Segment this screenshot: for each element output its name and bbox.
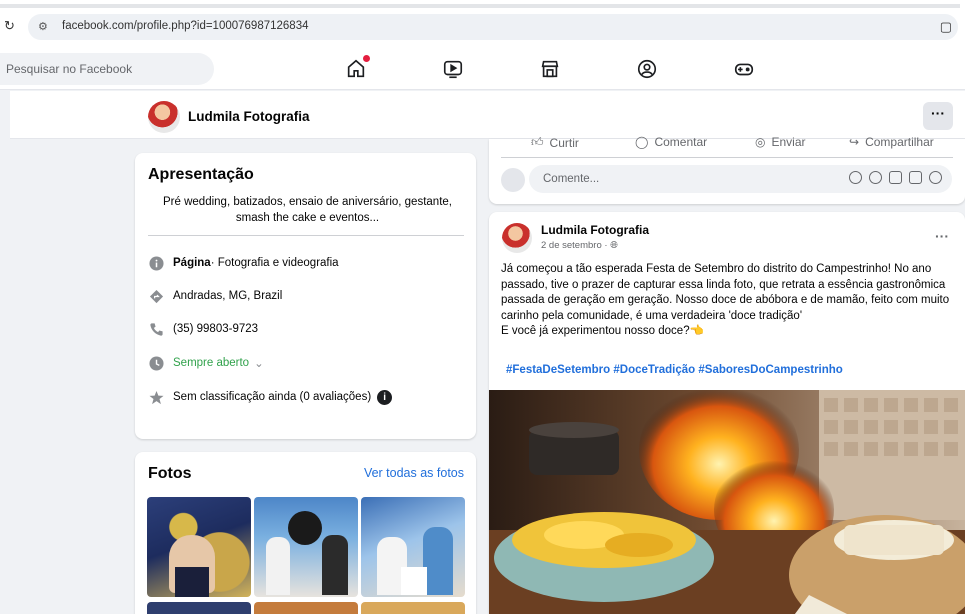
emoji-icon[interactable] bbox=[869, 171, 882, 184]
intro-card: Apresentação Pré wedding, batizados, ens… bbox=[135, 153, 476, 439]
send-label: Enviar bbox=[771, 135, 806, 149]
avatar-sticker-icon[interactable] bbox=[849, 171, 862, 184]
globe-icon: 🌐︎ bbox=[610, 240, 618, 251]
post-hashtags[interactable]: #FestaDeSetembro #DoceTradição #SaboresD… bbox=[506, 364, 843, 376]
tab-strip-edge bbox=[0, 4, 960, 8]
avatar[interactable] bbox=[502, 223, 532, 253]
post-card: Ludmila Fotografia 2 de setembro · 🌐︎ ··… bbox=[489, 212, 965, 614]
photo-thumbnail[interactable] bbox=[254, 602, 358, 614]
post-photo[interactable] bbox=[489, 390, 965, 614]
comment-placeholder: Comente... bbox=[543, 173, 600, 185]
clock-icon bbox=[147, 354, 165, 372]
phone-icon bbox=[147, 320, 165, 338]
info-row-rating: Sem classificação ainda (0 avaliações) i bbox=[147, 388, 393, 406]
see-all-photos-link[interactable]: Ver todas as fotos bbox=[364, 466, 464, 480]
gaming-icon[interactable] bbox=[732, 57, 756, 81]
info-row-page: Página · Fotografia e videografia bbox=[147, 254, 339, 272]
like-label: Curtir bbox=[549, 135, 579, 150]
location-icon bbox=[147, 287, 165, 305]
info-badge-icon[interactable]: i bbox=[377, 389, 393, 405]
search-placeholder: Pesquisar no Facebook bbox=[6, 62, 133, 76]
send-icon: ◎ bbox=[755, 135, 766, 149]
comment-input[interactable]: Comente... bbox=[529, 165, 952, 193]
like-button[interactable]: 👍︎ Curtir bbox=[531, 135, 579, 150]
more-options-button[interactable]: ··· bbox=[923, 102, 953, 130]
post-date[interactable]: 2 de setembro · 🌐︎ bbox=[541, 240, 618, 251]
divider bbox=[148, 235, 464, 236]
comment-label: Comentar bbox=[654, 135, 708, 149]
rating-text: Sem classificação ainda (0 avaliações) bbox=[173, 391, 372, 403]
gif-icon[interactable] bbox=[909, 171, 922, 184]
avatar bbox=[501, 168, 525, 192]
previous-post-actions: 👍︎ Curtir ◯ Comentar ◎ Enviar ↪ Compartilhar… bbox=[489, 135, 965, 204]
like-icon: 👍︎ bbox=[531, 135, 544, 149]
chevron-down-icon[interactable]: ⌄ bbox=[254, 356, 264, 370]
info-row-phone: (35) 99803-9723 bbox=[147, 320, 258, 338]
page-category: · Fotografia e videografia bbox=[210, 257, 339, 269]
info-icon bbox=[147, 254, 165, 272]
marketplace-icon[interactable] bbox=[538, 57, 562, 81]
profile-name[interactable]: Ludmila Fotografia bbox=[188, 109, 310, 124]
pointing-emoji-icon: 👈 bbox=[689, 325, 704, 337]
post-date-text[interactable]: 2 de setembro bbox=[541, 240, 602, 251]
share-icon: ↪ bbox=[849, 135, 860, 149]
camera-icon[interactable] bbox=[889, 171, 902, 184]
page-label: Página bbox=[173, 257, 211, 269]
intro-title: Apresentação bbox=[148, 166, 254, 183]
date-separator: · bbox=[601, 240, 611, 251]
avatar[interactable] bbox=[148, 101, 180, 133]
notification-dot bbox=[363, 55, 370, 62]
photo-thumbnail[interactable] bbox=[254, 497, 358, 597]
photos-card: Fotos Ver todas as fotos bbox=[135, 452, 476, 614]
reload-icon[interactable]: ↻ bbox=[4, 18, 15, 34]
post-text: Já começou a tão esperada Festa de Setem… bbox=[501, 262, 956, 340]
facebook-top-nav: Pesquisar no Facebook bbox=[0, 48, 965, 90]
send-button[interactable]: ◎ Enviar bbox=[755, 135, 806, 149]
groups-icon[interactable] bbox=[635, 57, 659, 81]
profile-header-bar: Ludmila Fotografia ··· bbox=[10, 91, 965, 139]
site-settings-icon[interactable]: ⚙ bbox=[38, 20, 48, 33]
food-photo-illustration bbox=[489, 390, 965, 614]
comment-icon: ◯ bbox=[635, 135, 649, 149]
extension-icon[interactable]: ▢ bbox=[940, 19, 952, 35]
post-author[interactable]: Ludmila Fotografia bbox=[541, 223, 649, 237]
browser-toolbar: ↻ ⚙ facebook.com/profile.php?id=10007698… bbox=[0, 0, 965, 52]
phone-text[interactable]: (35) 99803-9723 bbox=[173, 323, 258, 335]
video-icon[interactable] bbox=[441, 57, 465, 81]
address-bar[interactable]: ⚙ facebook.com/profile.php?id=1000769871… bbox=[28, 14, 958, 40]
comment-tools bbox=[849, 171, 942, 184]
post-options-button[interactable]: ··· bbox=[935, 228, 949, 244]
post-text-paragraph: Já começou a tão esperada Festa de Setem… bbox=[501, 263, 950, 322]
photos-title: Fotos bbox=[148, 465, 192, 482]
bio-text: Pré wedding, batizados, ensaio de aniver… bbox=[163, 196, 452, 224]
info-row-hours[interactable]: Sempre aberto ⌄ bbox=[147, 354, 264, 372]
comment-button[interactable]: ◯ Comentar bbox=[635, 135, 707, 149]
sticker-icon[interactable] bbox=[929, 171, 942, 184]
search-input[interactable]: Pesquisar no Facebook bbox=[0, 53, 214, 85]
photo-thumbnail[interactable] bbox=[147, 497, 251, 597]
divider bbox=[501, 157, 953, 158]
share-button[interactable]: ↪ Compartilhar bbox=[849, 135, 934, 149]
post-text-question: E você já experimentou nosso doce? bbox=[501, 325, 690, 337]
location-text[interactable]: Andradas, MG, Brazil bbox=[173, 290, 282, 302]
share-label: Compartilhar bbox=[865, 135, 934, 149]
photo-thumbnail[interactable] bbox=[361, 497, 465, 597]
hours-text[interactable]: Sempre aberto bbox=[173, 357, 249, 369]
photo-thumbnail[interactable] bbox=[361, 602, 465, 614]
photo-thumbnail[interactable] bbox=[147, 602, 251, 614]
star-icon bbox=[147, 388, 165, 406]
url-text[interactable]: facebook.com/profile.php?id=100076987126… bbox=[62, 20, 309, 32]
home-icon[interactable] bbox=[344, 55, 370, 81]
info-row-location: Andradas, MG, Brazil bbox=[147, 287, 282, 305]
